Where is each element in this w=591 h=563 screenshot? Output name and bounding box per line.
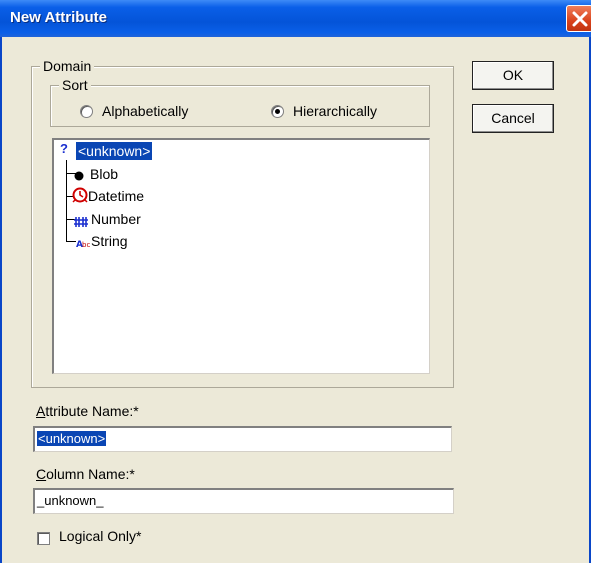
radio-hierarchically-label: Hierarchically (293, 103, 378, 119)
attribute-name-label: Attribute Name:* (36, 403, 139, 419)
sort-legend: Sort (59, 77, 91, 93)
question-mark-icon: ? (60, 141, 68, 156)
tree-connector-string (66, 241, 76, 242)
domain-tree[interactable]: ? <unknown> Blob Datetime Number A bc St… (52, 138, 430, 374)
filled-circle-icon (74, 168, 84, 184)
attribute-name-input[interactable]: <unknown> (33, 426, 452, 452)
abc-text-icon: A bc (76, 235, 92, 251)
window-title: New Attribute (10, 9, 107, 26)
title-bar[interactable]: New Attribute (0, 0, 591, 37)
attribute-name-label-text: ttribute Name:* (45, 403, 139, 419)
column-name-input[interactable]: _unknown_ (33, 488, 454, 514)
tree-item-datetime[interactable]: Datetime (88, 187, 144, 205)
close-x-icon (572, 11, 588, 27)
radio-hierarchically-circle[interactable] (271, 104, 284, 118)
close-button[interactable] (566, 5, 591, 32)
radio-alphabetically-circle[interactable] (80, 104, 93, 118)
logical-only-checkbox[interactable] (37, 532, 50, 545)
tree-item-blob[interactable]: Blob (90, 165, 118, 183)
svg-text:bc: bc (82, 241, 90, 248)
tree-item-string[interactable]: String (91, 232, 128, 250)
column-name-mnemonic: C (36, 466, 47, 482)
ok-button[interactable]: OK (472, 61, 554, 90)
cancel-button[interactable]: Cancel (472, 104, 554, 133)
radio-hierarchically[interactable]: Hierarchically (271, 103, 377, 119)
attribute-name-mnemonic: A (36, 403, 46, 419)
number-hash-icon (74, 214, 88, 230)
radio-alphabetically-label: Alphabetically (102, 103, 189, 119)
tree-item-unknown[interactable]: <unknown> (76, 142, 153, 160)
column-name-label-text: olumn Name:* (46, 466, 135, 482)
column-name-label: Column Name:* (36, 466, 135, 482)
column-name-value: _unknown_ (37, 493, 104, 508)
clock-icon (72, 187, 88, 206)
attribute-name-value: <unknown> (37, 431, 107, 446)
logical-only-label[interactable]: Logical Only* (59, 528, 142, 544)
tree-item-number[interactable]: Number (91, 210, 141, 228)
radio-alphabetically[interactable]: Alphabetically (80, 103, 188, 119)
domain-legend: Domain (40, 58, 95, 74)
